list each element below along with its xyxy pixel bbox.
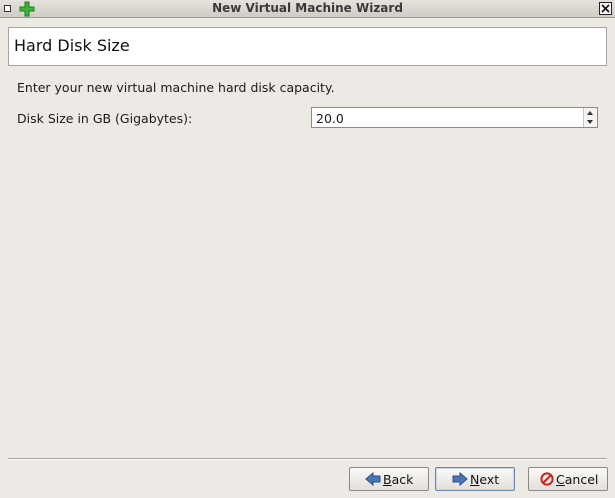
next-button-label: Next — [470, 472, 500, 487]
description-text: Enter your new virtual machine hard disk… — [17, 80, 335, 95]
disk-size-spinner[interactable]: 20.0 — [311, 107, 598, 128]
disk-size-label: Disk Size in GB (Gigabytes): — [17, 111, 193, 126]
spin-down-arrow-icon[interactable] — [586, 119, 594, 125]
close-button[interactable] — [599, 2, 612, 15]
page-header: Hard Disk Size — [8, 27, 607, 66]
back-button-label: Back — [383, 472, 414, 487]
disk-size-input[interactable]: 20.0 — [316, 111, 344, 126]
page-title: Hard Disk Size — [14, 36, 130, 55]
back-arrow-icon — [365, 472, 381, 486]
window-titlebar[interactable]: New Virtual Machine Wizard — [0, 0, 615, 18]
cancel-button[interactable]: Cancel — [528, 467, 608, 491]
button-separator — [8, 458, 607, 460]
cancel-button-label: Cancel — [556, 472, 599, 487]
cancel-icon — [540, 472, 554, 486]
spinner-arrows — [583, 108, 597, 127]
window-title: New Virtual Machine Wizard — [212, 1, 403, 15]
back-button[interactable]: Back — [349, 467, 429, 491]
close-icon — [601, 4, 610, 13]
spin-up-arrow-icon[interactable] — [586, 110, 594, 116]
next-button[interactable]: Next — [435, 467, 515, 491]
next-arrow-icon — [452, 472, 468, 486]
